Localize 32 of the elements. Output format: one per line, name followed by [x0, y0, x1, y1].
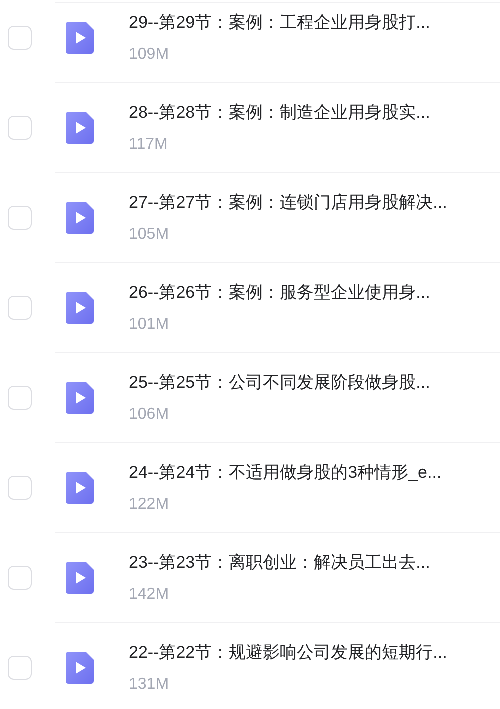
- file-size: 101M: [129, 314, 170, 334]
- file-size: 131M: [129, 674, 170, 694]
- file-size: 122M: [129, 494, 170, 514]
- checkbox[interactable]: [8, 206, 32, 230]
- file-title: 23--第23节：离职创业：解决员工出去...: [129, 552, 430, 574]
- checkbox[interactable]: [8, 656, 32, 680]
- checkbox[interactable]: [8, 566, 32, 590]
- checkbox[interactable]: [8, 386, 32, 410]
- video-file-icon: [66, 562, 94, 594]
- file-title: 22--第22节：规避影响公司发展的短期行...: [129, 642, 448, 664]
- video-file-icon: [66, 472, 94, 504]
- checkbox[interactable]: [8, 116, 32, 140]
- video-file-icon: [66, 112, 94, 144]
- file-size: 109M: [129, 44, 170, 64]
- file-size: 117M: [129, 134, 169, 154]
- video-file-icon: [66, 202, 94, 234]
- video-file-icon: [66, 292, 94, 324]
- video-file-icon: [66, 382, 94, 414]
- checkbox[interactable]: [8, 26, 32, 50]
- checkbox[interactable]: [8, 476, 32, 500]
- file-size: 142M: [129, 584, 170, 604]
- video-file-icon: [66, 652, 94, 684]
- file-title: 26--第26节：案例：服务型企业使用身...: [129, 282, 430, 304]
- file-title: 29--第29节：案例：工程企业用身股打...: [129, 12, 430, 34]
- video-file-icon: [66, 22, 94, 54]
- file-title: 28--第28节：案例：制造企业用身股实...: [129, 102, 430, 124]
- file-title: 24--第24节：不适用做身股的3种情形_e...: [129, 462, 442, 484]
- file-title: 27--第27节：案例：连锁门店用身股解决...: [129, 192, 448, 214]
- file-title: 25--第25节：公司不同发展阶段做身股...: [129, 372, 430, 394]
- checkbox[interactable]: [8, 296, 32, 320]
- file-size: 105M: [129, 224, 170, 244]
- file-size: 106M: [129, 404, 170, 424]
